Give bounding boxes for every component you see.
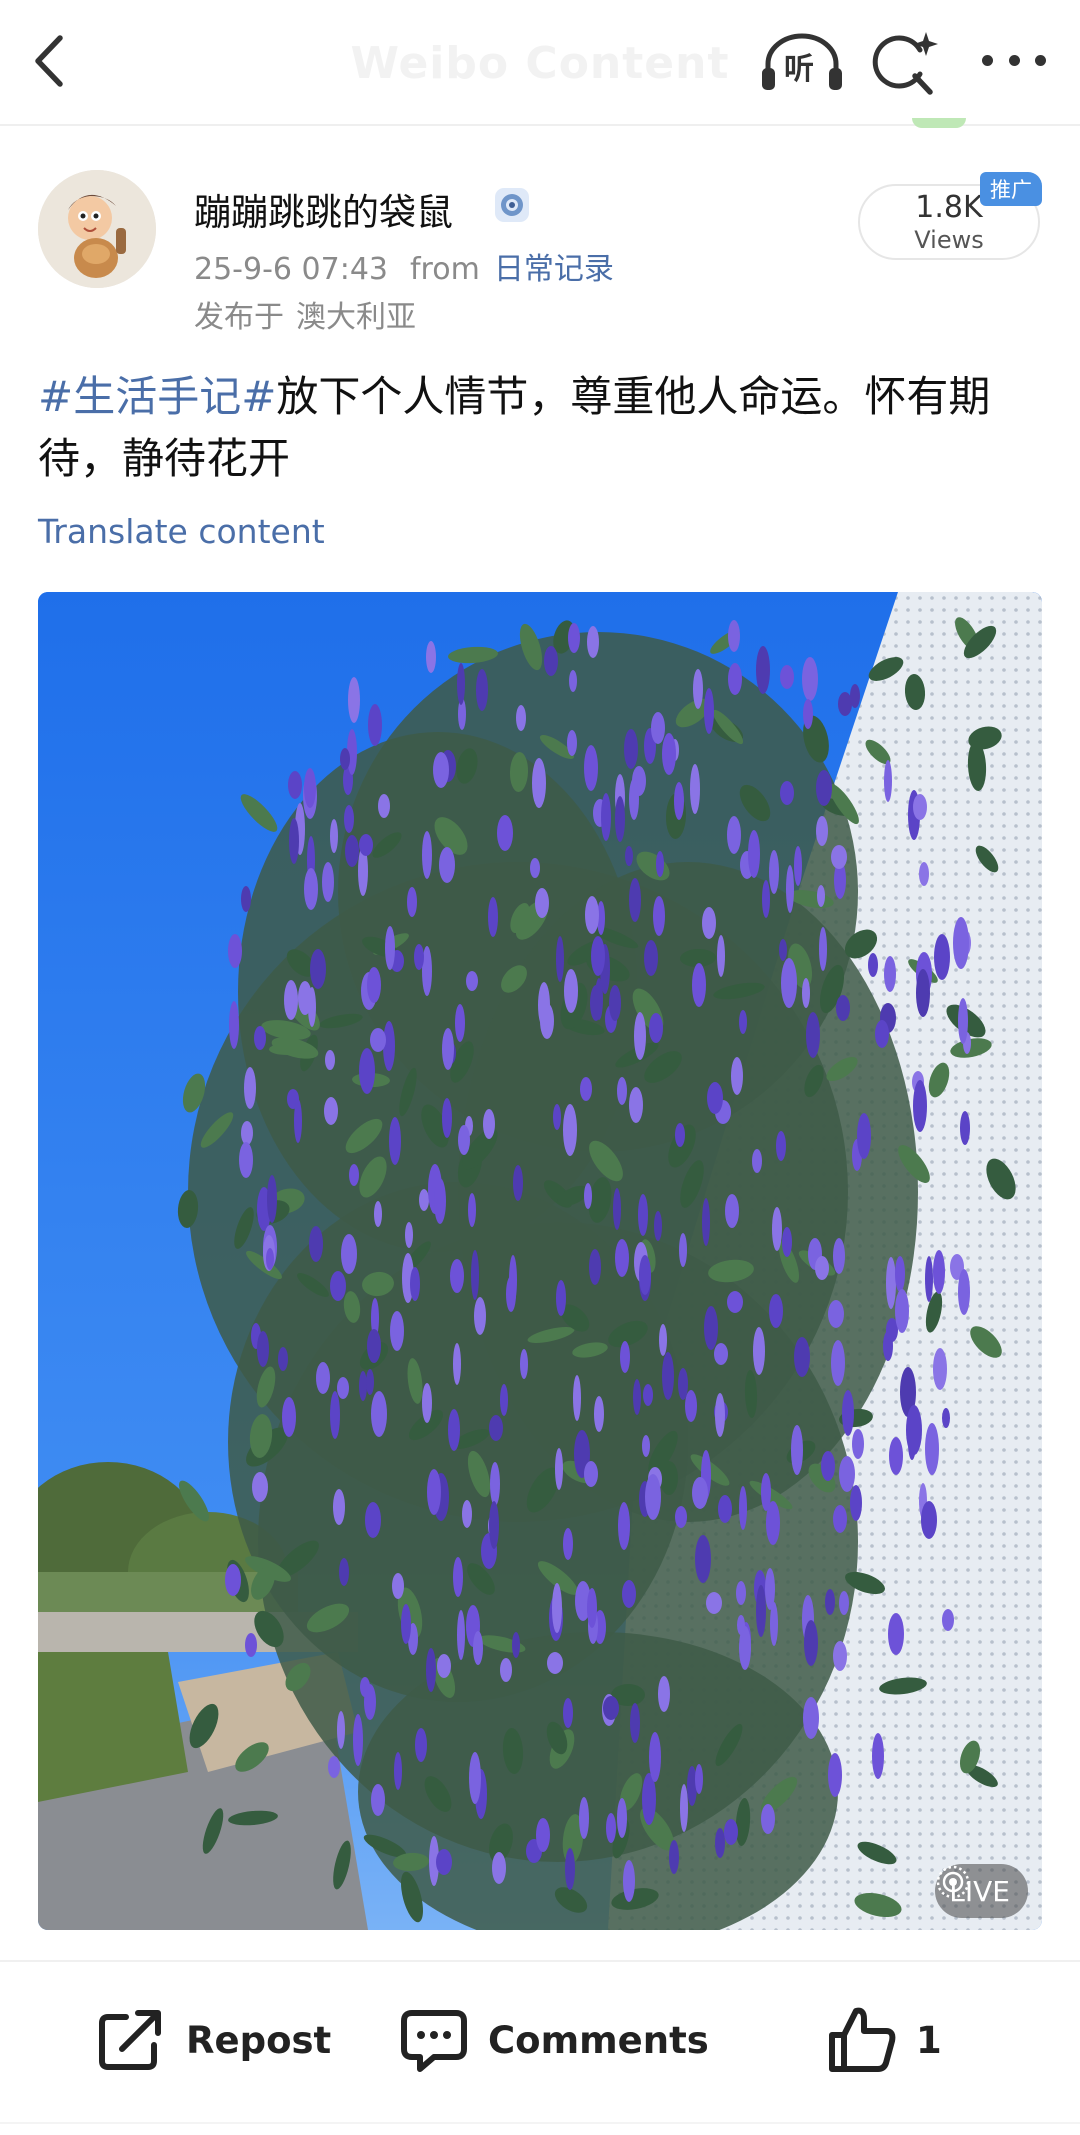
avatar-image <box>38 170 156 288</box>
verified-badge <box>494 187 530 223</box>
repost-button[interactable]: Repost <box>96 2004 331 2076</box>
location-text: 澳大利亚 <box>296 300 416 335</box>
comment-icon <box>401 2010 467 2072</box>
post-photo[interactable]: LIVE <box>38 592 1042 1930</box>
bottom-edge <box>0 2122 1080 2124</box>
comments-label: Comments <box>488 2018 709 2062</box>
flower-vine-photo <box>38 592 1042 1930</box>
listen-button[interactable]: 听 <box>760 32 844 92</box>
from-label: from <box>410 252 480 287</box>
promo-badge[interactable]: 推广 <box>980 172 1042 206</box>
thumbs-up-icon <box>829 2007 896 2072</box>
translate-link[interactable]: Translate content <box>38 512 325 551</box>
live-icon <box>937 1865 970 1899</box>
post-meta: 25-9-6 07:43 from 日常记录 <box>194 244 614 288</box>
live-photo-badge[interactable]: LIVE <box>935 1864 1028 1918</box>
post-location: 发布于 澳大利亚 <box>194 292 416 336</box>
more-icon-dot <box>982 54 993 66</box>
top-nav-bar: Weibo Content 听 <box>0 0 1080 124</box>
post-time: 25-9-6 07:43 <box>194 252 388 287</box>
avatar[interactable] <box>38 170 156 288</box>
search-button[interactable] <box>870 30 938 96</box>
more-icon-dot <box>1008 54 1020 66</box>
hashtag-link[interactable]: #生活手记# <box>38 372 276 421</box>
comments-button[interactable]: Comments <box>398 2004 709 2076</box>
more-icon-dot <box>1035 54 1046 66</box>
search-sparkle-icon <box>872 32 938 95</box>
post-source-link[interactable]: 日常记录 <box>494 252 614 287</box>
like-count: 1 <box>916 2018 942 2062</box>
indicator <box>912 118 966 128</box>
more-button[interactable] <box>972 30 1056 90</box>
author-name[interactable]: 蹦蹦跳跳的袋鼠 <box>194 182 453 236</box>
repost-icon <box>99 2010 161 2070</box>
post-body: #生活手记#放下个人情节，尊重他人命运。怀有期待，静待花开 <box>38 366 1042 490</box>
verified-icon <box>495 188 529 222</box>
views-label: Views <box>914 226 984 254</box>
divider <box>0 1960 1080 1962</box>
repost-label: Repost <box>186 2018 332 2062</box>
published-prefix: 发布于 <box>194 300 284 335</box>
listen-label: 听 <box>784 52 814 87</box>
like-button[interactable]: 1 <box>826 2004 942 2076</box>
